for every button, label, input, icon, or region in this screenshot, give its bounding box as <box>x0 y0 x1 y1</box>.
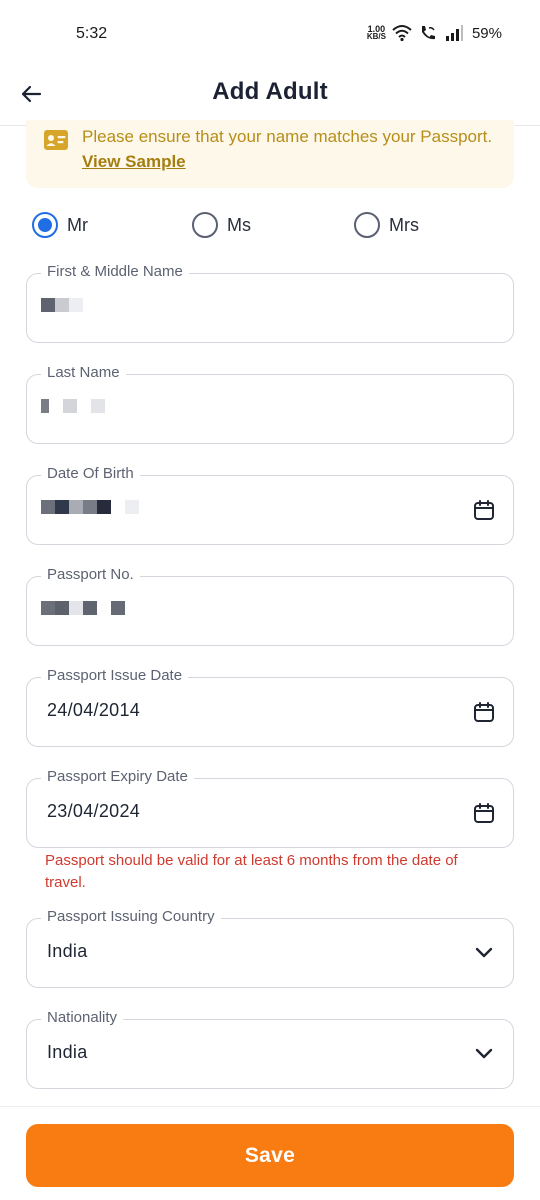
passport-issue-date-calendar-button[interactable] <box>471 699 497 725</box>
passport-expiry-error: Passport should be valid for at least 6 … <box>45 852 458 891</box>
chevron-down-icon <box>475 947 493 958</box>
radio-mr-indicator[interactable] <box>32 212 58 238</box>
id-card-icon <box>44 130 68 150</box>
date-of-birth-value-redacted <box>41 500 139 514</box>
footer-divider <box>0 1106 540 1107</box>
last-name-value-redacted <box>41 399 105 413</box>
view-sample-link[interactable]: View Sample <box>82 152 186 171</box>
radio-ms-indicator[interactable] <box>192 212 218 238</box>
passport-issuing-country-dropdown-button[interactable] <box>471 940 497 966</box>
chevron-down-icon <box>475 1048 493 1059</box>
passport-issuing-country-value: India <box>47 941 88 961</box>
first-middle-name-field[interactable]: First & Middle Name <box>26 263 514 343</box>
passport-issuing-country-label: Passport Issuing Country <box>41 908 221 925</box>
nationality-select[interactable]: Nationality India <box>26 1009 514 1089</box>
calendar-icon <box>474 702 494 722</box>
app-header: Add Adult <box>0 64 540 126</box>
passport-issue-date-label: Passport Issue Date <box>41 667 189 684</box>
passport-number-label: Passport No. <box>41 566 140 583</box>
calendar-icon <box>474 803 494 823</box>
add-adult-screen: 5:32 1.00 KB/S 59% Add Adult Please ensu… <box>0 0 540 1200</box>
first-middle-name-label: First & Middle Name <box>41 263 189 280</box>
passport-name-notice: Please ensure that your name matches you… <box>26 120 514 188</box>
last-name-field[interactable]: Last Name <box>26 364 514 444</box>
passport-expiry-date-label: Passport Expiry Date <box>41 768 194 785</box>
radio-mr[interactable]: Mr <box>32 212 88 238</box>
network-speed: 1.00 KB/S <box>367 25 386 41</box>
status-icons: 1.00 KB/S 59% <box>367 24 502 42</box>
passport-expiry-date-field[interactable]: Passport Expiry Date 23/04/2024 <box>26 768 514 848</box>
radio-ms-label: Ms <box>227 214 251 235</box>
passport-expiry-date-value: 23/04/2024 <box>47 801 141 821</box>
network-speed-unit: KB/S <box>366 32 386 41</box>
signal-icon <box>445 25 463 41</box>
calendar-icon <box>474 500 494 520</box>
passport-expiry-date-calendar-button[interactable] <box>471 800 497 826</box>
save-button[interactable]: Save <box>26 1124 514 1187</box>
wifi-calling-icon <box>421 26 435 40</box>
title-radio-group: Mr Ms Mrs <box>32 212 512 244</box>
nationality-dropdown-button[interactable] <box>471 1041 497 1067</box>
page-title: Add Adult <box>212 78 328 105</box>
notice-text: Please ensure that your name matches you… <box>82 127 493 146</box>
first-middle-name-value-redacted <box>41 298 83 312</box>
last-name-label: Last Name <box>41 364 126 381</box>
date-of-birth-calendar-button[interactable] <box>471 497 497 523</box>
radio-mrs[interactable]: Mrs <box>354 212 419 238</box>
radio-selected-dot <box>38 218 52 232</box>
battery-level: 59% <box>471 24 502 42</box>
passport-number-field[interactable]: Passport No. <box>26 566 514 646</box>
status-bar: 5:32 1.00 KB/S 59% <box>0 0 540 64</box>
notice-message: Please ensure that your name matches you… <box>82 124 498 188</box>
passport-issue-date-value: 24/04/2014 <box>47 700 141 720</box>
radio-mr-label: Mr <box>67 214 88 235</box>
status-time: 5:32 <box>76 25 108 42</box>
passport-issue-date-field[interactable]: Passport Issue Date 24/04/2014 <box>26 667 514 747</box>
date-of-birth-label: Date Of Birth <box>41 465 140 482</box>
radio-mrs-label: Mrs <box>389 214 419 235</box>
radio-ms[interactable]: Ms <box>192 212 251 238</box>
nationality-label: Nationality <box>41 1009 124 1026</box>
nationality-value: India <box>47 1042 88 1062</box>
date-of-birth-field[interactable]: Date Of Birth <box>26 465 514 545</box>
wifi-icon <box>392 25 412 42</box>
radio-mrs-indicator[interactable] <box>354 212 380 238</box>
passport-number-value-redacted <box>41 601 125 615</box>
passport-issuing-country-select[interactable]: Passport Issuing Country India <box>26 908 514 988</box>
